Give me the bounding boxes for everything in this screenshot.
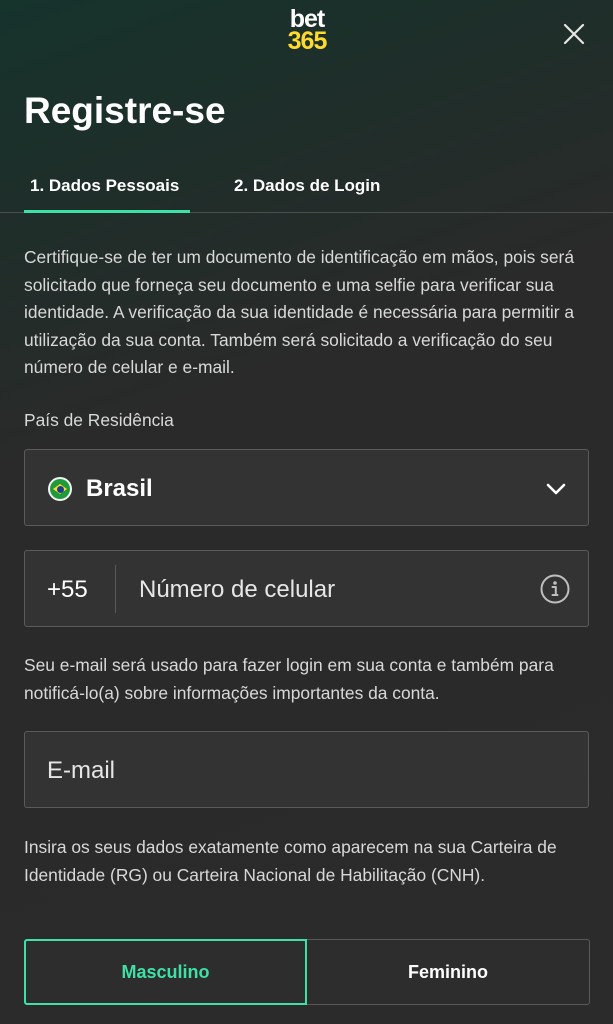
- identity-note: Insira os seus dados exatamente como apa…: [24, 837, 557, 885]
- logo-text-365: 365: [287, 27, 328, 55]
- active-tab-indicator: [24, 210, 190, 213]
- email-note: Seu e-mail será usado para fazer login e…: [24, 655, 554, 703]
- tab-bar: 1. Dados Pessoais 2. Dados de Login: [0, 160, 613, 213]
- tab-login-data[interactable]: 2. Dados de Login: [234, 176, 380, 196]
- gender-female-button[interactable]: Feminino: [307, 939, 590, 1005]
- brazil-flag-icon: [48, 477, 72, 501]
- phone-field[interactable]: +55 Número de celular: [24, 550, 589, 627]
- gender-male-button[interactable]: Masculino: [24, 939, 307, 1005]
- registration-page: bet 365 Registre-se 1. Dados Pessoais 2.…: [0, 0, 613, 1024]
- close-button[interactable]: [560, 20, 588, 48]
- intro-text: Certifique-se de ter um documento de ide…: [24, 247, 575, 377]
- country-select[interactable]: Brasil: [24, 449, 589, 526]
- gender-selector: Masculino Feminino: [24, 939, 590, 1005]
- info-icon[interactable]: [539, 573, 571, 605]
- bet365-logo: bet 365: [278, 7, 336, 55]
- dial-code: +55: [47, 576, 88, 603]
- top-bar: bet 365: [0, 0, 613, 80]
- phone-input[interactable]: Número de celular: [139, 576, 335, 604]
- close-icon: [563, 23, 585, 45]
- email-field[interactable]: E-mail: [24, 731, 589, 808]
- country-label: País de Residência: [24, 410, 174, 430]
- email-input[interactable]: E-mail: [47, 757, 115, 785]
- phone-divider: [115, 565, 116, 613]
- tab-personal-data[interactable]: 1. Dados Pessoais: [30, 176, 179, 196]
- page-title: Registre-se: [24, 90, 226, 131]
- country-value: Brasil: [86, 475, 153, 502]
- chevron-down-icon: [546, 483, 566, 495]
